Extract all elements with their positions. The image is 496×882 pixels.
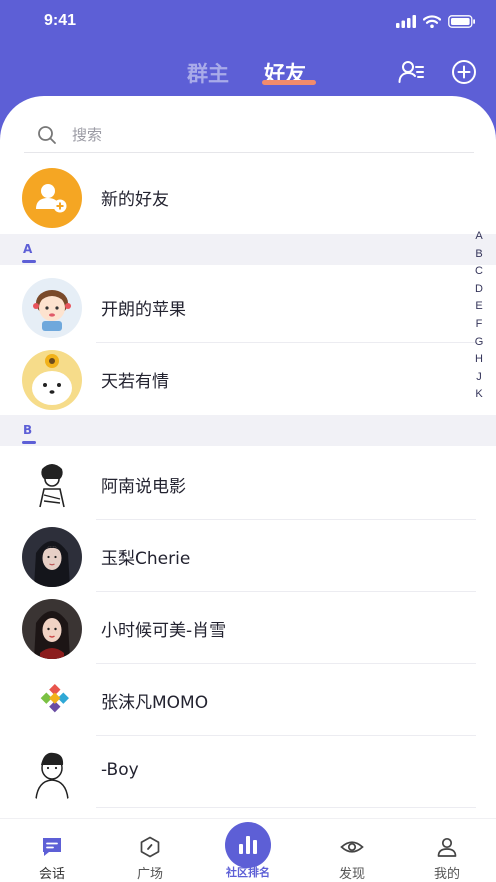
user-icon [437,837,457,857]
search-placeholder: 搜索 [72,126,103,144]
nav-label: 会话 [38,867,65,882]
contact-row[interactable]: 开朗的苹果 [0,271,496,343]
search-bar[interactable]: 搜索 [24,121,474,153]
top-bar: 群主 好友 [0,44,496,100]
chat-icon [43,838,61,856]
bar-chart-icon [239,836,257,854]
avatar-dog [22,350,82,410]
index-letter[interactable]: B [472,248,486,266]
contact-row[interactable]: 张沫凡MOMO [0,664,496,736]
contacts-list-icon[interactable] [397,58,425,86]
status-bar: 9:41 [0,0,496,44]
index-letter[interactable]: G [472,336,486,354]
tab-group-owner[interactable]: 群主 [187,58,229,88]
status-icons [396,15,476,28]
status-time: 9:41 [44,12,77,29]
signal-icon [396,15,416,28]
avatar-logo-mark [22,671,82,731]
row-divider [96,807,476,808]
contact-name: 小时候可美-肖雪 [101,621,227,641]
index-letter[interactable]: K [472,388,486,406]
avatar-photo-woman [22,599,82,659]
contacts-panel: 搜索 新的好友 A 开朗的苹果 天若有情 B 阿南说电影 玉梨Cherie 小时… [0,96,496,818]
contact-name: 张沫凡MOMO [101,693,209,713]
contact-name: -Boy [101,760,139,780]
nav-chat[interactable]: 会话 [17,819,87,882]
nav-label: 发现 [338,867,365,882]
nav-label: 社区排名 [226,866,270,879]
section-header-a: A [0,234,496,265]
nav-label: 广场 [136,867,163,882]
nav-profile[interactable]: 我的 [412,819,482,882]
wifi-icon [423,15,441,28]
bottom-nav: 会话 广场 社区排名 发现 我的 [0,818,496,882]
avatar-sketch-boy [22,743,82,803]
section-letter: B [23,423,33,437]
hexagon-icon [140,836,160,858]
index-letter[interactable]: J [472,371,486,389]
index-letter[interactable]: A [472,230,486,248]
new-friends-row[interactable]: 新的好友 [0,161,496,233]
section-indicator [22,441,36,444]
nav-square[interactable]: 广场 [115,819,185,882]
battery-icon [448,15,475,28]
eye-icon [340,841,364,853]
avatar-cartoon-girl [22,278,82,338]
index-letter[interactable]: F [472,318,486,336]
index-letter[interactable]: D [472,283,486,301]
contact-name: 玉梨Cherie [101,549,191,569]
add-circle-icon[interactable] [450,58,478,86]
section-indicator [22,260,36,263]
index-letter[interactable]: C [472,265,486,283]
nav-community-ranking[interactable]: 社区排名 [213,819,283,882]
contact-row[interactable]: 小时候可美-肖雪 [0,592,496,664]
avatar-sketch-figure [22,455,82,515]
alphabet-index[interactable]: A B C D E F G H J K [472,230,486,406]
ranking-button[interactable] [225,822,271,868]
contact-name: 天若有情 [101,372,169,392]
new-friends-label: 新的好友 [101,190,169,210]
search-icon [38,126,56,144]
section-letter: A [23,242,33,256]
index-letter[interactable]: H [472,353,486,371]
tab-active-indicator [262,80,316,85]
avatar-photo-woman [22,527,82,587]
contact-name: 阿南说电影 [101,477,186,497]
index-letter[interactable]: E [472,300,486,318]
nav-label: 我的 [433,867,460,882]
nav-discover[interactable]: 发现 [317,819,387,882]
contact-row[interactable]: -Boy [0,736,496,808]
contact-row[interactable]: 阿南说电影 [0,448,496,520]
section-header-b: B [0,415,496,446]
person-add-icon [22,168,82,228]
contact-row[interactable]: 玉梨Cherie [0,520,496,592]
contact-row[interactable]: 天若有情 [0,343,496,415]
contact-name: 开朗的苹果 [101,300,186,320]
